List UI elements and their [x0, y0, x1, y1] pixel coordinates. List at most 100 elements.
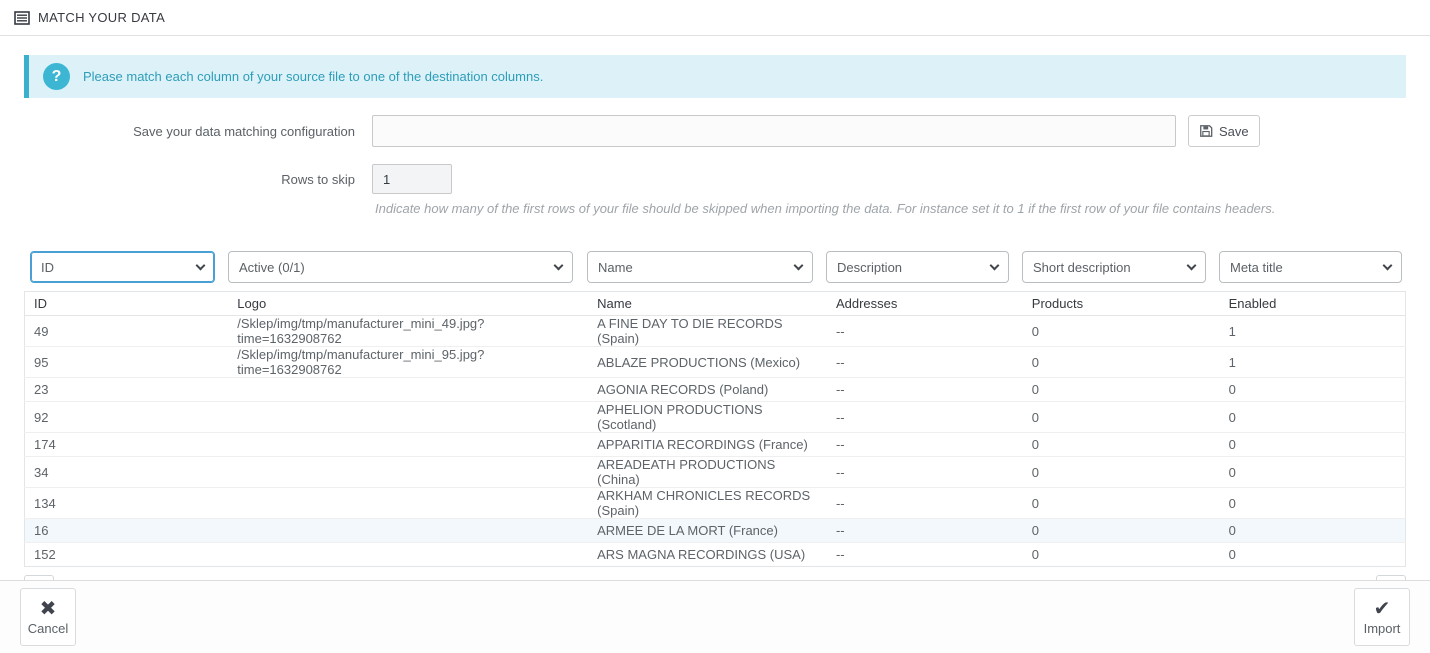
table-cell: -- [826, 487, 1023, 519]
table-cell: 174 [24, 432, 229, 457]
table-cell: 0 [1219, 377, 1406, 402]
table-cell: 0 [1022, 377, 1220, 402]
table-cell: -- [826, 542, 1023, 567]
cancel-x-icon: ✖ [39, 598, 57, 620]
table-cell [228, 487, 589, 519]
table-cell: -- [826, 456, 1023, 488]
panel-footer: ✖ Cancel ✔ Import [0, 580, 1430, 653]
table-cell: 16 [24, 518, 229, 543]
table-cell: 0 [1219, 518, 1406, 543]
info-alert-text: Please match each column of your source … [83, 69, 544, 84]
rows-to-skip-label: Rows to skip [281, 171, 355, 187]
table-cell: 1 [1219, 315, 1406, 347]
table-cell: -- [826, 432, 1023, 457]
column-header: Enabled [1219, 291, 1406, 316]
matcher-select-3[interactable]: Description [826, 251, 1009, 283]
table-cell: 0 [1022, 542, 1220, 567]
preview-table-header-row: ID Logo Name Addresses Products Enabled [24, 291, 1406, 316]
rows-to-skip-help: Indicate how many of the first rows of y… [375, 201, 1276, 216]
table-cell: APPARITIA RECORDINGS (France) [588, 432, 827, 457]
table-cell: 49 [24, 315, 229, 347]
table-cell: 1 [1219, 346, 1406, 378]
table-cell: AGONIA RECORDS (Poland) [588, 377, 827, 402]
save-button[interactable]: Save [1188, 115, 1260, 147]
table-cell: 0 [1022, 518, 1220, 543]
table-cell: -- [826, 518, 1023, 543]
matcher-select-0[interactable]: ID [30, 251, 215, 283]
matcher-select-wrap: ID [30, 251, 215, 283]
table-row: 34 AREADEATH PRODUCTIONS (China) -- 0 0 [24, 456, 1406, 488]
table-row: 134 ARKHAM CHRONICLES RECORDS (Spain) -- 0 0 [24, 487, 1406, 519]
table-cell [228, 401, 589, 433]
table-row: 23 AGONIA RECORDS (Poland) -- 0 0 [24, 377, 1406, 402]
matcher-select-2[interactable]: Name [587, 251, 813, 283]
table-cell [228, 542, 589, 567]
table-cell: -- [826, 346, 1023, 378]
preview-table-body: 49/Sklep/img/tmp/manufacturer_mini_49.jp… [24, 315, 1406, 567]
matcher-select-4[interactable]: Short description [1022, 251, 1206, 283]
table-cell: ARS MAGNA RECORDINGS (USA) [588, 542, 827, 567]
table-cell: -- [826, 401, 1023, 433]
list-icon [14, 10, 30, 25]
table-cell: A FINE DAY TO DIE RECORDS (Spain) [588, 315, 827, 347]
column-header: Name [588, 291, 827, 316]
table-row: 92 APHELION PRODUCTIONS (Scotland) -- 0 0 [24, 401, 1406, 433]
table-cell: 0 [1022, 456, 1220, 488]
table-cell: /Sklep/img/tmp/manufacturer_mini_95.jpg?… [228, 346, 589, 378]
cancel-button-label: Cancel [27, 621, 69, 636]
table-cell: 92 [24, 401, 229, 433]
import-button[interactable]: ✔ Import [1354, 588, 1410, 646]
table-cell: 23 [24, 377, 229, 402]
matcher-row: ID Active (0/1) Name Description Short descr… [24, 251, 1406, 283]
save-button-label: Save [1219, 123, 1249, 139]
table-cell: ARKHAM CHRONICLES RECORDS (Spain) [588, 487, 827, 519]
info-alert: ? Please match each column of your sourc… [24, 55, 1406, 98]
table-cell: -- [826, 315, 1023, 347]
check-icon: ✔ [1373, 598, 1391, 620]
column-header: Addresses [826, 291, 1023, 316]
table-cell: 95 [24, 346, 229, 378]
table-row: 16 ARMEE DE LA MORT (France) -- 0 0 [24, 518, 1406, 543]
import-button-label: Import [1363, 621, 1401, 636]
table-cell: /Sklep/img/tmp/manufacturer_mini_49.jpg?… [228, 315, 589, 347]
cancel-button[interactable]: ✖ Cancel [20, 588, 76, 646]
table-row: 95/Sklep/img/tmp/manufacturer_mini_95.jp… [24, 346, 1406, 378]
matcher-select-1[interactable]: Active (0/1) [228, 251, 573, 283]
table-cell: ABLAZE PRODUCTIONS (Mexico) [588, 346, 827, 378]
config-name-input[interactable] [372, 115, 1176, 147]
preview-table: ID Logo Name Addresses Products Enabled 49/Sk… [24, 291, 1406, 567]
table-cell: 34 [24, 456, 229, 488]
save-icon [1199, 124, 1213, 138]
table-cell: 0 [1219, 456, 1406, 488]
table-cell: -- [826, 377, 1023, 402]
matcher-select-wrap: Meta title [1219, 251, 1402, 283]
table-cell: 0 [1022, 487, 1220, 519]
table-cell: 152 [24, 542, 229, 567]
matcher-select-wrap: Description [826, 251, 1009, 283]
table-cell: APHELION PRODUCTIONS (Scotland) [588, 401, 827, 433]
table-cell: 0 [1219, 432, 1406, 457]
matcher-select-wrap: Active (0/1) [228, 251, 573, 283]
matcher-select-5[interactable]: Meta title [1219, 251, 1402, 283]
table-cell: ARMEE DE LA MORT (France) [588, 518, 827, 543]
table-cell: 0 [1219, 487, 1406, 519]
matcher-select-wrap: Name [587, 251, 813, 283]
table-cell: 0 [1022, 432, 1220, 457]
config-name-label: Save your data matching configuration [133, 123, 355, 139]
table-cell: 0 [1022, 346, 1220, 378]
matcher-select-wrap: Short description [1022, 251, 1206, 283]
table-cell: 0 [1219, 401, 1406, 433]
table-cell [228, 518, 589, 543]
column-header: ID [24, 291, 229, 316]
panel-header: MATCH YOUR DATA [0, 0, 1430, 36]
page-title: MATCH YOUR DATA [38, 10, 166, 25]
table-cell [228, 432, 589, 457]
column-header: Logo [228, 291, 589, 316]
table-cell: 0 [1022, 401, 1220, 433]
table-cell: 0 [1022, 315, 1220, 347]
column-header: Products [1022, 291, 1220, 316]
rows-to-skip-input[interactable] [372, 164, 452, 194]
table-cell: AREADEATH PRODUCTIONS (China) [588, 456, 827, 488]
table-cell: 0 [1219, 542, 1406, 567]
table-row: 152 ARS MAGNA RECORDINGS (USA) -- 0 0 [24, 542, 1406, 567]
